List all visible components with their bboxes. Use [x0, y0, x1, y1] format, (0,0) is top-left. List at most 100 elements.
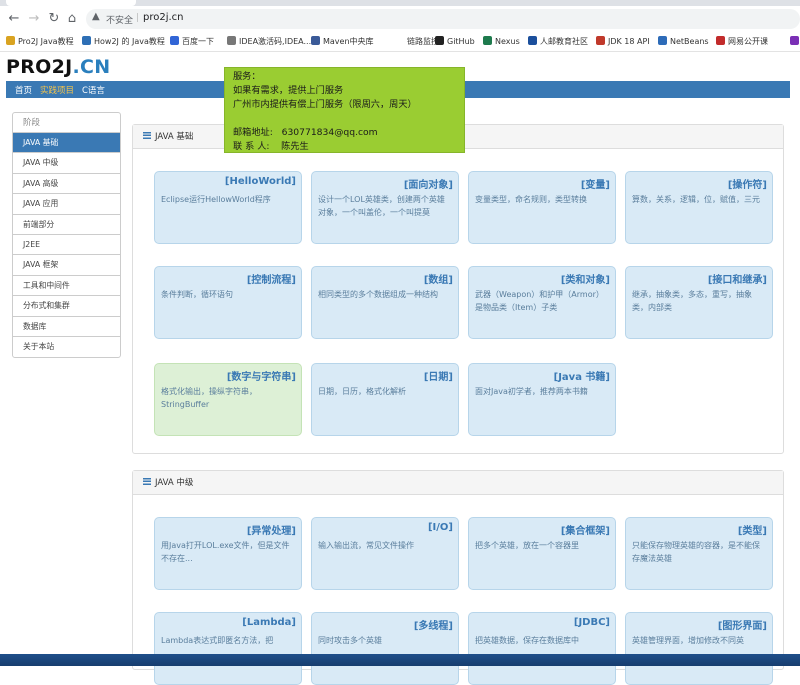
topic-card-title[interactable]: [异常处理]: [247, 522, 296, 537]
topic-card-title[interactable]: [JDBC]: [574, 617, 610, 628]
warning-icon: ▲: [92, 11, 100, 22]
bookmark-label: IDEA激活码,IDEA...: [239, 37, 312, 46]
bookmark-favicon-icon: [395, 36, 404, 45]
bookmark-item[interactable]: 链路监控: [395, 36, 439, 48]
forward-arrow-icon[interactable]: →: [26, 11, 42, 27]
topic-card[interactable]: [数字与字符串] 格式化输出，操纵字符串，StringBuffer: [154, 363, 302, 436]
bookmark-item[interactable]: IDEA激活码,IDEA...: [227, 36, 311, 48]
bookmark-item[interactable]: NetBeans: [658, 36, 709, 48]
site-logo[interactable]: PRO2J.CN: [6, 56, 110, 78]
sidebar-heading: 阶段: [13, 113, 120, 133]
url-text[interactable]: pro2j.cn: [143, 12, 184, 23]
security-label: 不安全: [106, 16, 134, 26]
topic-card-title[interactable]: [多线程]: [414, 617, 453, 632]
bookmark-label: GitHub: [447, 37, 475, 46]
topic-card-title[interactable]: [图形界面]: [718, 617, 767, 632]
topic-card[interactable]: [操作符] 算数，关系，逻辑，位，赋值，三元: [625, 171, 773, 244]
topic-card-description: 继承，抽象类，多态，重写，抽象类，内部类: [632, 290, 752, 312]
nav-projects[interactable]: 实践项目: [40, 84, 74, 96]
topic-card-title[interactable]: [数组]: [424, 271, 453, 286]
topic-card-description: 同时攻击多个英雄: [318, 636, 382, 645]
address-separator: |: [136, 13, 140, 23]
back-arrow-icon[interactable]: ←: [6, 11, 22, 27]
bookmark-favicon-icon: [596, 36, 605, 45]
topic-card-description: 相同类型的多个数据组成一种结构: [318, 290, 438, 299]
topic-card[interactable]: [类型] 只能保存物理英雄的容器，是不能保存魔法英雄: [625, 517, 773, 590]
topic-card-title[interactable]: [操作符]: [728, 176, 767, 191]
topic-card-title[interactable]: [面向对象]: [404, 176, 453, 191]
bookmark-favicon-icon: [483, 36, 492, 45]
bookmark-favicon-icon: [435, 36, 444, 45]
topic-card[interactable]: [数组] 相同类型的多个数据组成一种结构: [311, 266, 459, 339]
sidebar-item[interactable]: JAVA 高级: [13, 174, 120, 195]
popup-contact: 联 系 人: 陈先生: [233, 141, 309, 152]
topic-card-title[interactable]: [I/O]: [428, 522, 453, 533]
bookmark-item[interactable]: 百度一下: [170, 36, 214, 48]
topic-card-description: 武器（Weapon）和护甲（Armor）是物品类（Item）子类: [475, 290, 604, 312]
topic-card-title[interactable]: [类和对象]: [561, 271, 610, 286]
topic-card-description: 只能保存物理英雄的容器，是不能保存魔法英雄: [632, 541, 760, 563]
topic-card-title[interactable]: [类型]: [738, 522, 767, 537]
topic-card-title[interactable]: [日期]: [424, 368, 453, 383]
sidebar-item[interactable]: JAVA 应用: [13, 194, 120, 215]
topic-card-description: 面对Java初学者，推荐两本书籍: [475, 387, 588, 396]
topic-card[interactable]: [HelloWorld] Eclipse运行HellowWorld程序: [154, 171, 302, 244]
topic-card-title[interactable]: [Java 书籍]: [554, 368, 610, 383]
bookmark-item[interactable]: Maven中央库: [311, 36, 374, 48]
topic-card-title[interactable]: [数字与字符串]: [227, 368, 296, 383]
bookmark-item[interactable]: Pro2J Java教程: [6, 36, 74, 48]
topic-card[interactable]: [接口和继承] 继承，抽象类，多态，重写，抽象类，内部类: [625, 266, 773, 339]
list-icon: [143, 478, 151, 485]
bookmark-item[interactable]: GitHub: [435, 36, 475, 48]
bookmark-label: JDK 18 API: [608, 37, 650, 46]
topic-card[interactable]: [类和对象] 武器（Weapon）和护甲（Armor）是物品类（Item）子类: [468, 266, 616, 339]
sidebar-item[interactable]: JAVA 中级: [13, 153, 120, 174]
bookmark-item[interactable]: 网易公开课: [716, 36, 768, 48]
topic-card[interactable]: [集合框架] 把多个英雄，放在一个容器里: [468, 517, 616, 590]
topic-card-description: 把英雄数据，保存在数据库中: [475, 636, 579, 645]
topic-card-description: 格式化输出，操纵字符串，StringBuffer: [161, 387, 257, 409]
os-taskbar: [0, 654, 800, 666]
topic-card[interactable]: [多线程] 同时攻击多个英雄: [311, 612, 459, 685]
sidebar-item[interactable]: 工具和中间件: [13, 276, 120, 297]
bookmark-item[interactable]: 人邮教育社区: [528, 36, 588, 48]
sidebar-item[interactable]: JAVA 基础: [13, 133, 120, 154]
topic-card[interactable]: [Java 书籍] 面对Java初学者，推荐两本书籍: [468, 363, 616, 436]
bookmark-item[interactable]: How2J 的 Java教程: [82, 36, 165, 48]
bookmark-favicon-icon: [658, 36, 667, 45]
browser-toolbar: ← → ↻ ⌂ ▲ 不安全 | pro2j.cn: [0, 6, 800, 32]
bookmark-item[interactable]: Int: [790, 36, 800, 48]
topic-card[interactable]: [Lambda] Lambda表达式即匿名方法，把: [154, 612, 302, 685]
topic-card-title[interactable]: [HelloWorld]: [225, 176, 296, 187]
topic-card-title[interactable]: [Lambda]: [242, 617, 296, 628]
topic-card[interactable]: [面向对象] 设计一个LOL英雄类，创建两个英雄对象，一个叫盖伦，一个叫提莫: [311, 171, 459, 244]
topic-card[interactable]: [变量] 变量类型，命名规则，类型转换: [468, 171, 616, 244]
bookmark-item[interactable]: JDK 18 API: [596, 36, 650, 48]
section-panel-java-intermediate: JAVA 中级 [异常处理] 用Java打开LOL.exe文件，但是文件不存在..…: [132, 470, 784, 685]
nav-c-language[interactable]: C语言: [82, 84, 105, 96]
sidebar-item[interactable]: JAVA 框架: [13, 255, 120, 276]
sidebar-item[interactable]: J2EE: [13, 235, 120, 256]
topic-card[interactable]: [控制流程] 条件判断，循环语句: [154, 266, 302, 339]
topic-card[interactable]: [异常处理] 用Java打开LOL.exe文件，但是文件不存在...: [154, 517, 302, 590]
topic-card-title[interactable]: [控制流程]: [247, 271, 296, 286]
bookmark-label: 人邮教育社区: [540, 37, 588, 46]
topic-card-title[interactable]: [集合框架]: [561, 522, 610, 537]
home-icon[interactable]: ⌂: [64, 11, 80, 27]
sidebar-item[interactable]: 关于本站: [13, 337, 120, 357]
nav-home[interactable]: 首页: [15, 84, 32, 96]
topic-card-description: 日期，日历，格式化解析: [318, 387, 406, 396]
topic-card[interactable]: [图形界面] 英雄管理界面，增加修改不同英: [625, 612, 773, 685]
address-bar[interactable]: ▲ 不安全 | pro2j.cn: [86, 9, 800, 29]
topic-card[interactable]: [I/O] 输入输出流，常见文件操作: [311, 517, 459, 590]
sidebar-item[interactable]: 分布式和集群: [13, 296, 120, 317]
topic-card-title[interactable]: [变量]: [581, 176, 610, 191]
sidebar-item[interactable]: 数据库: [13, 317, 120, 337]
topic-card[interactable]: [日期] 日期，日历，格式化解析: [311, 363, 459, 436]
bookmark-item[interactable]: Nexus: [483, 36, 520, 48]
topic-card[interactable]: [JDBC] 把英雄数据，保存在数据库中: [468, 612, 616, 685]
popup-email: 邮箱地址: 630771834@qq.com: [233, 127, 378, 138]
sidebar-item[interactable]: 前端部分: [13, 215, 120, 235]
reload-icon[interactable]: ↻: [46, 11, 62, 27]
topic-card-title[interactable]: [接口和继承]: [708, 271, 767, 286]
